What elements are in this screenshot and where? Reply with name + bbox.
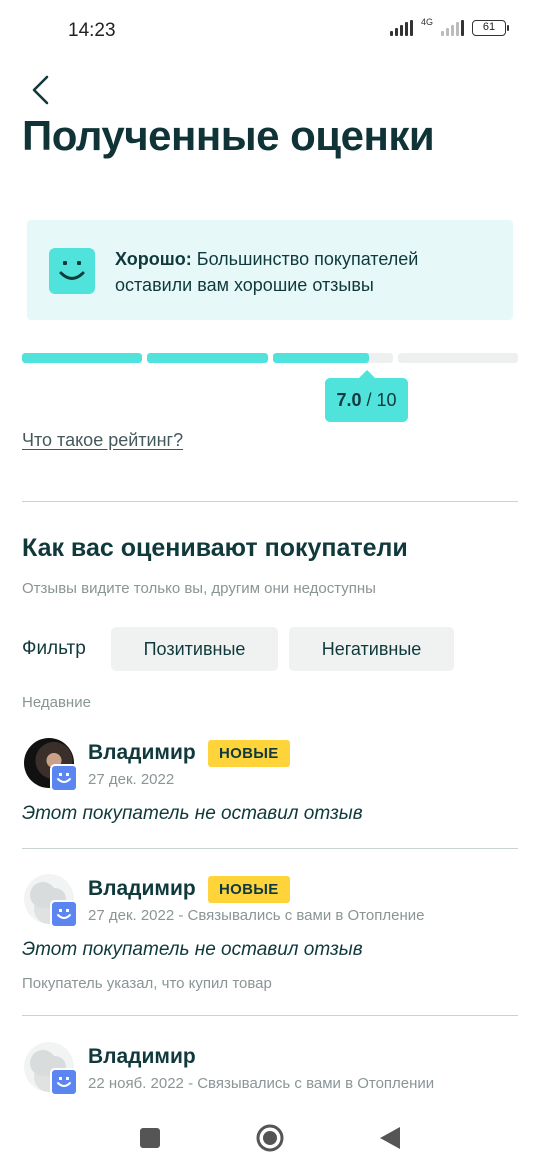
progress-segment-fill (147, 353, 268, 363)
progress-segment (147, 353, 268, 363)
smile-icon (50, 1068, 78, 1096)
home-circle-icon (256, 1124, 284, 1152)
back-triangle-icon (380, 1127, 400, 1149)
rating-description: Хорошо: Большинство покупателей оставили… (115, 246, 485, 298)
system-nav-bar (0, 1110, 540, 1170)
review-meta: 22 нояб. 2022 - Связывались с вами в Ото… (88, 1075, 435, 1092)
progress-segment (272, 353, 393, 363)
section-title: Как вас оценивают покупатели (22, 534, 408, 562)
filter-positive-button[interactable]: Позитивные (111, 627, 278, 671)
chevron-left-icon (32, 75, 49, 105)
reviewer-name: Владимир (88, 741, 196, 764)
review-meta: 27 дек. 2022 - Связывались с вами в Отоп… (88, 907, 425, 924)
new-badge: НОВЫЕ (208, 740, 290, 767)
divider (22, 1015, 518, 1016)
score-max: 10 (376, 389, 397, 410)
score-separator: / (366, 389, 372, 410)
back-button[interactable] (22, 70, 58, 110)
recent-apps-button[interactable] (139, 1127, 161, 1154)
page-title: Полученные оценки (22, 112, 435, 159)
reviewer-name: Владимир (88, 1045, 196, 1068)
battery-icon: 61 (472, 20, 509, 36)
network-label: 4G (420, 16, 433, 27)
rating-summary-card: Хорошо: Большинство покупателей оставили… (27, 220, 513, 320)
smile-icon (50, 764, 78, 792)
divider (22, 848, 518, 849)
status-icons: 4G 61 (389, 16, 509, 36)
signal-icon (389, 20, 413, 36)
review-text: Этот покупатель не оставил отзыв (22, 939, 363, 960)
rating-progress-bar (22, 353, 518, 363)
what-is-rating-link[interactable]: Что такое рейтинг? (22, 430, 183, 451)
square-icon (140, 1128, 160, 1148)
score-value: 7.0 (336, 389, 362, 410)
status-time: 14:23 (68, 20, 116, 41)
progress-segment-fill (272, 353, 369, 363)
review-meta: 27 дек. 2022 (88, 771, 175, 788)
progress-segment (397, 353, 518, 363)
review-note: Покупатель указал, что купил товар (22, 975, 272, 992)
home-button[interactable] (255, 1123, 285, 1158)
progress-segment (22, 353, 143, 363)
review-text: Этот покупатель не оставил отзыв (22, 803, 363, 824)
reviewer-name: Владимир (88, 877, 196, 900)
filter-label: Фильтр (22, 638, 86, 659)
avatar (24, 1042, 78, 1096)
filter-negative-button[interactable]: Негативные (289, 627, 454, 671)
progress-segment-fill (22, 353, 143, 363)
avatar (24, 738, 78, 792)
score-bubble: 7.0/10 (325, 370, 408, 422)
status-bar: 14:23 4G 61 (0, 0, 540, 62)
divider (22, 501, 518, 502)
smile-icon (50, 900, 78, 928)
rating-level-label: Хорошо: (115, 249, 192, 269)
section-subtitle: Отзывы видите только вы, другим они недо… (22, 580, 376, 597)
review-item[interactable]: Владимир 22 нояб. 2022 - Связывались с в… (22, 1042, 518, 1102)
avatar (24, 874, 78, 928)
recent-label: Недавние (22, 694, 91, 711)
signal-2-icon (441, 20, 464, 36)
review-item[interactable]: Владимир НОВЫЕ 27 дек. 2022 - Связывалис… (22, 874, 518, 1004)
review-item[interactable]: Владимир НОВЫЕ 27 дек. 2022 Этот покупат… (22, 738, 518, 838)
back-nav-button[interactable] (378, 1125, 402, 1156)
smile-icon (49, 248, 95, 294)
new-badge: НОВЫЕ (208, 876, 290, 903)
